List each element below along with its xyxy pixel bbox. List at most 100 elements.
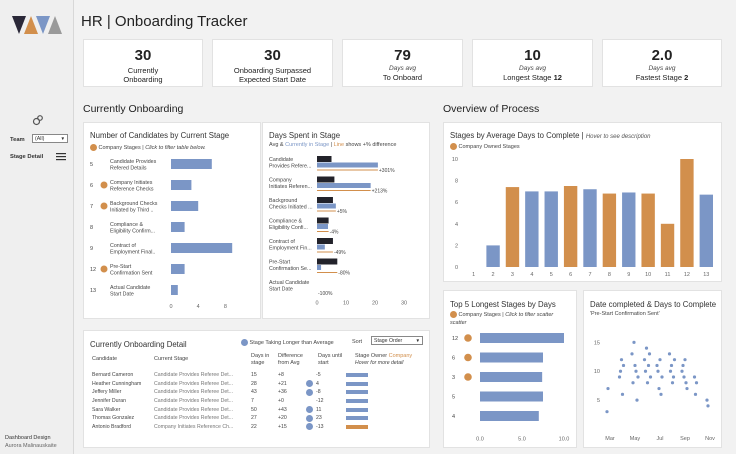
reset-filters-icon[interactable] (32, 114, 44, 126)
avg-days-bar (680, 159, 694, 267)
scatter-point (655, 363, 659, 368)
scatter-point (632, 340, 636, 344)
scatter-point (630, 352, 634, 356)
x-tick-label: 6 (569, 272, 572, 278)
cell-diff: +8 (278, 372, 284, 379)
cell-owner (342, 380, 382, 389)
scatter-chart[interactable]: 5 10 15 Mar May Jul Sep Nov (584, 321, 721, 447)
pct-difference-label: -49% (334, 250, 346, 256)
chevron-down-icon: ▼ (60, 136, 65, 141)
table-row[interactable]: Jeffery Miller Candidate Provides Referee… (90, 388, 382, 397)
current-days-bar (317, 162, 378, 168)
scatter-point (620, 392, 625, 396)
cell-longer-dot (304, 414, 314, 423)
x-tick-label: 12 (684, 272, 690, 278)
candidate-bar (171, 201, 199, 211)
top5-bar (480, 372, 543, 382)
table-row[interactable]: Heather Cunningham Candidate Provides Ref… (90, 380, 382, 389)
kpi-label-line2: Expected Start Date (238, 75, 307, 84)
cell-stage: Candidate Provides Referee Det... (154, 398, 234, 405)
scatter-point (681, 363, 685, 368)
x-tick-label: 0 (315, 301, 318, 307)
top5-bar (480, 333, 564, 343)
table-row[interactable]: Sara Walker Candidate Provides Referee De… (90, 405, 382, 414)
legend-dot-icon (241, 339, 248, 346)
longer-than-avg-dot-icon (306, 388, 313, 396)
stage-label: Confirmation Sent (110, 271, 153, 277)
kpi-label-line1: Fastest Stage (635, 73, 682, 82)
pct-difference-label: -80% (338, 271, 350, 277)
top5-chart[interactable]: 12 6 3 5 4 0.0 5.0 10.0 (444, 329, 576, 447)
col-owner-hint: Hover for more detail (355, 360, 404, 366)
scatter-point (621, 363, 626, 368)
legend-label[interactable]: Company Stages (459, 312, 501, 318)
table-row[interactable]: Antonio Bradford Company Initiates Refere… (90, 423, 382, 432)
scatter-point (636, 375, 640, 379)
x-tick-label: Jul (656, 436, 663, 442)
stage-detail-label: Stage Detail (10, 154, 44, 160)
sort-select[interactable]: Stage Order ▼ (371, 336, 423, 345)
stage-label: Actual Candidate (269, 280, 309, 286)
stage-number: 12 (90, 267, 96, 273)
stage-label: Employment Fin... (269, 246, 312, 252)
credit-author: Aurora Malinauskaite (5, 443, 57, 449)
stage-label: Background Checks (110, 201, 158, 207)
candidate-bar (171, 222, 185, 232)
scatter-point (668, 369, 673, 373)
table-row[interactable]: Jennifer Duran Candidate Provides Referee… (90, 397, 382, 406)
x-tick-label: 5 (550, 272, 553, 278)
team-filter-select[interactable]: (All) ▼ (32, 134, 68, 143)
stage-label: Confirmation Se... (269, 266, 311, 272)
avg-days-bar (317, 197, 333, 203)
chevron-down-icon: ▼ (415, 338, 420, 343)
kpi-value: 79 (394, 47, 411, 64)
sort-value: Stage Order (374, 338, 403, 344)
x-tick-label: 2 (492, 272, 495, 278)
company-stage-dot (100, 265, 108, 273)
x-tick-label: 0.0 (476, 437, 484, 443)
scatter-point (643, 369, 648, 373)
stage-number: 7 (90, 204, 93, 210)
legend-dot-icon (450, 311, 457, 318)
candidates-chart[interactable]: 5 Candidate ProvidesRefered Details 6 Compa… (84, 153, 260, 318)
stage-number: 12 (452, 336, 458, 342)
current-days-bar (317, 244, 325, 250)
stage-number: 4 (452, 414, 455, 420)
stage-label: Initiated by Third .. (110, 208, 153, 214)
table-row[interactable]: Thomas Gonzalez Candidate Provides Refere… (90, 414, 382, 423)
company-stage-dot (464, 373, 472, 381)
cell-candidate: Heather Cunningham (92, 380, 142, 387)
top5-card: Top 5 Longest Stages by Days Company Sta… (443, 290, 577, 448)
owner-bar (346, 407, 368, 412)
days-in-stage-card: Days Spent in Stage Avg & Currently in S… (262, 122, 430, 319)
card-subtitle: 'Pre-Start Confirmation Sent' (590, 311, 660, 317)
scatter-point (683, 358, 687, 362)
avg-days-bar (660, 223, 675, 267)
table-row[interactable]: Bernard Cameron Candidate Provides Refere… (90, 371, 382, 380)
card-title: Number of Candidates by Current Stage (90, 131, 230, 140)
scatter-point (693, 392, 698, 396)
cell-owner (342, 371, 382, 380)
hamburger-menu-icon[interactable] (56, 152, 67, 161)
col-owner-company: Company (388, 353, 413, 359)
legend-hint: Click to filter table below. (145, 144, 206, 151)
card-title: Days Spent in Stage (269, 131, 341, 140)
scatter-card: Date completed & Days to Complete 'Pre-S… (583, 290, 722, 448)
cell-until: -8 (316, 389, 321, 396)
cell-days: 15 (251, 372, 257, 379)
kpi-label-line1: Onboarding Surpassed (233, 66, 312, 75)
stages-avg-chart[interactable]: 02468101 2 3 4 5 6 7 8 9 10 11 12 13 (444, 151, 721, 281)
stage-label: Background (269, 198, 297, 204)
avg-days-bar (317, 238, 333, 244)
col-candidate: Candidate (92, 356, 118, 362)
x-tick-label: 10 (645, 272, 651, 278)
stage-label: Start Date (110, 292, 134, 298)
cell-candidate: Sara Walker (92, 406, 121, 413)
legend-label[interactable]: Company Stages (99, 145, 141, 151)
stage-number: 8 (90, 225, 93, 231)
subtitle-prefix: Avg & (269, 142, 284, 148)
cell-longer-dot (304, 423, 314, 432)
stage-label: Pre-Start (269, 260, 291, 266)
x-tick-label: 4 (530, 272, 533, 278)
days-in-stage-chart[interactable]: CandidateProvides Refere... +301% CompanyI… (263, 151, 429, 318)
